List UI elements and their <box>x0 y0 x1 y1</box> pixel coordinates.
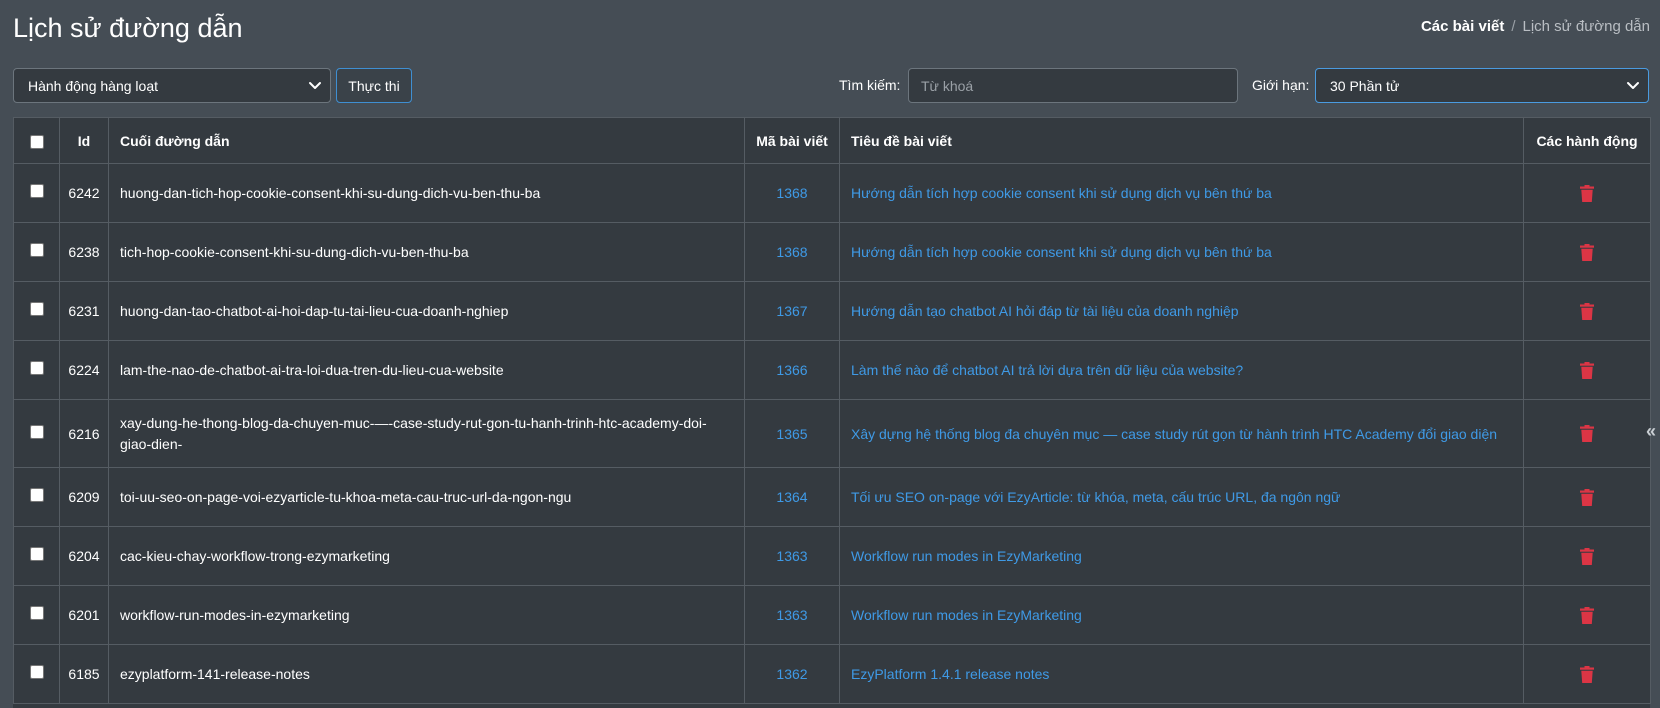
row-slug: cac-kieu-chay-workflow-trong-ezymarketin… <box>108 526 745 586</box>
row-checkbox[interactable] <box>29 361 44 376</box>
row-post-id-link[interactable]: 1367 <box>744 281 840 341</box>
sidebar-toggle-icon[interactable]: « <box>1646 418 1660 444</box>
row-post-title-link[interactable]: Hướng dẫn tích hợp cookie consent khi sử… <box>839 163 1524 223</box>
limit-label: Giới hạn: <box>1252 77 1310 93</box>
bulk-action-selected-value: Hành động hàng loạt <box>28 77 158 94</box>
row-post-title-link[interactable]: Tối ưu SEO on-page với EzyArticle: từ kh… <box>839 467 1524 527</box>
breadcrumb-item-current: Lịch sử đường dẫn <box>1522 18 1651 35</box>
row-checkbox[interactable] <box>29 665 44 680</box>
row-post-title-link[interactable]: Hướng dẫn tạo chatbot AI hỏi đáp từ tài … <box>839 281 1524 341</box>
row-post-title-link[interactable]: Workflow run modes in EzyMarketing <box>839 526 1524 586</box>
row-post-title-link[interactable]: Workflow run modes in EzyMarketing <box>839 585 1524 645</box>
row-checkbox[interactable] <box>29 184 44 199</box>
row-post-title-link[interactable]: EzyPlatform 1.4.1 release notes <box>839 644 1524 704</box>
row-id: 6185 <box>59 644 109 704</box>
trash-icon[interactable] <box>1580 425 1594 443</box>
row-slug: ezyplatform-141-release-notes <box>108 644 745 704</box>
page-title: Lịch sử đường dẫn <box>13 13 243 43</box>
content-header: Lịch sử đường dẫn Các bài viết / Lịch sử… <box>0 0 1660 62</box>
row-id: 6238 <box>59 222 109 282</box>
table-row: 6204 cac-kieu-chay-workflow-trong-ezymar… <box>13 526 1651 586</box>
table-row: 6231 huong-dan-tao-chatbot-ai-hoi-dap-tu… <box>13 281 1651 341</box>
row-id: 6201 <box>59 585 109 645</box>
header-id: Id <box>59 117 109 164</box>
chevron-down-icon <box>309 82 321 89</box>
row-slug: xay-dung-he-thong-blog-da-chuyen-muc-—-c… <box>120 414 707 452</box>
table-header-row: Id Cuối đường dẫn Mã bài viết Tiêu đề bà… <box>13 117 1651 164</box>
trash-icon[interactable] <box>1580 665 1594 683</box>
row-slug: tich-hop-cookie-consent-khi-su-dung-dich… <box>108 222 745 282</box>
limit-select[interactable]: 30 Phần tử <box>1315 68 1649 103</box>
table-row: 6242 huong-dan-tich-hop-cookie-consent-k… <box>13 163 1651 223</box>
row-post-id-link[interactable]: 1366 <box>744 340 840 400</box>
trash-icon[interactable] <box>1580 184 1594 202</box>
trash-icon[interactable] <box>1580 606 1594 624</box>
select-all-checkbox[interactable] <box>29 134 44 149</box>
history-table-wrapper: Id Cuối đường dẫn Mã bài viết Tiêu đề bà… <box>13 117 1651 708</box>
table-row: 6185 ezyplatform-141-release-notes 1362 … <box>13 644 1651 704</box>
breadcrumb: Các bài viết / Lịch sử đường dẫn <box>1421 18 1650 35</box>
row-post-id-link[interactable]: 1365 <box>744 399 840 468</box>
breadcrumb-separator: / <box>1511 18 1516 35</box>
row-checkbox[interactable] <box>29 547 44 562</box>
row-post-id-link[interactable]: 1363 <box>744 526 840 586</box>
row-post-title-link[interactable]: Hướng dẫn tích hợp cookie consent khi sử… <box>839 222 1524 282</box>
row-post-title-link[interactable]: Xây dựng hệ thống blog đa chuyên mục — c… <box>839 399 1524 468</box>
trash-icon[interactable] <box>1580 547 1594 565</box>
table-row: 6209 toi-uu-seo-on-page-voi-ezyarticle-t… <box>13 467 1651 527</box>
breadcrumb-item-posts[interactable]: Các bài viết <box>1421 18 1504 35</box>
trash-icon[interactable] <box>1580 243 1594 261</box>
header-post-title: Tiêu đề bài viết <box>839 117 1524 164</box>
slug-history-table: Id Cuối đường dẫn Mã bài viết Tiêu đề bà… <box>13 117 1651 704</box>
bulk-action-select[interactable]: Hành động hàng loạt <box>13 68 331 103</box>
trash-icon[interactable] <box>1580 361 1594 379</box>
row-id: 6242 <box>59 163 109 223</box>
header-actions: Các hành động <box>1523 117 1651 164</box>
row-slug: lam-the-nao-de-chatbot-ai-tra-loi-dua-tr… <box>108 340 745 400</box>
row-checkbox[interactable] <box>29 488 44 503</box>
search-placeholder: Từ khoá <box>921 77 974 94</box>
limit-selected-value: 30 Phần tử <box>1330 77 1400 94</box>
search-label: Tìm kiếm: <box>839 77 901 93</box>
row-id: 6209 <box>59 467 109 527</box>
row-id: 6216 <box>59 399 109 468</box>
row-post-id-link[interactable]: 1368 <box>744 222 840 282</box>
search-input[interactable]: Từ khoá <box>908 68 1238 103</box>
row-id: 6204 <box>59 526 109 586</box>
table-row: 6216 xay-dung-he-thong-blog-da-chuyen-mu… <box>13 399 1651 468</box>
trash-icon[interactable] <box>1580 488 1594 506</box>
chevron-down-icon <box>1627 82 1639 89</box>
trash-icon[interactable] <box>1580 302 1594 320</box>
row-slug: toi-uu-seo-on-page-voi-ezyarticle-tu-kho… <box>108 467 745 527</box>
select-all-cell <box>13 117 60 164</box>
row-slug: huong-dan-tao-chatbot-ai-hoi-dap-tu-tai-… <box>108 281 745 341</box>
table-row: 6238 tich-hop-cookie-consent-khi-su-dung… <box>13 222 1651 282</box>
table-row: 6201 workflow-run-modes-in-ezymarketing … <box>13 585 1651 645</box>
table-row: 6224 lam-the-nao-de-chatbot-ai-tra-loi-d… <box>13 340 1651 400</box>
row-slug: workflow-run-modes-in-ezymarketing <box>108 585 745 645</box>
header-slug: Cuối đường dẫn <box>108 117 745 164</box>
header-post-id: Mã bài viết <box>744 117 840 164</box>
row-slug: huong-dan-tich-hop-cookie-consent-khi-su… <box>108 163 745 223</box>
row-post-id-link[interactable]: 1368 <box>744 163 840 223</box>
row-post-title-link[interactable]: Làm thế nào để chatbot AI trả lời dựa tr… <box>839 340 1524 400</box>
row-post-id-link[interactable]: 1362 <box>744 644 840 704</box>
row-id: 6231 <box>59 281 109 341</box>
row-post-id-link[interactable]: 1364 <box>744 467 840 527</box>
row-id: 6224 <box>59 340 109 400</box>
row-checkbox[interactable] <box>29 424 44 439</box>
execute-button[interactable]: Thực thi <box>336 68 412 103</box>
row-checkbox[interactable] <box>29 606 44 621</box>
row-checkbox[interactable] <box>29 302 44 317</box>
row-post-id-link[interactable]: 1363 <box>744 585 840 645</box>
toolbar: Hành động hàng loạt Thực thi Tìm kiếm: T… <box>0 68 1660 104</box>
row-checkbox[interactable] <box>29 243 44 258</box>
